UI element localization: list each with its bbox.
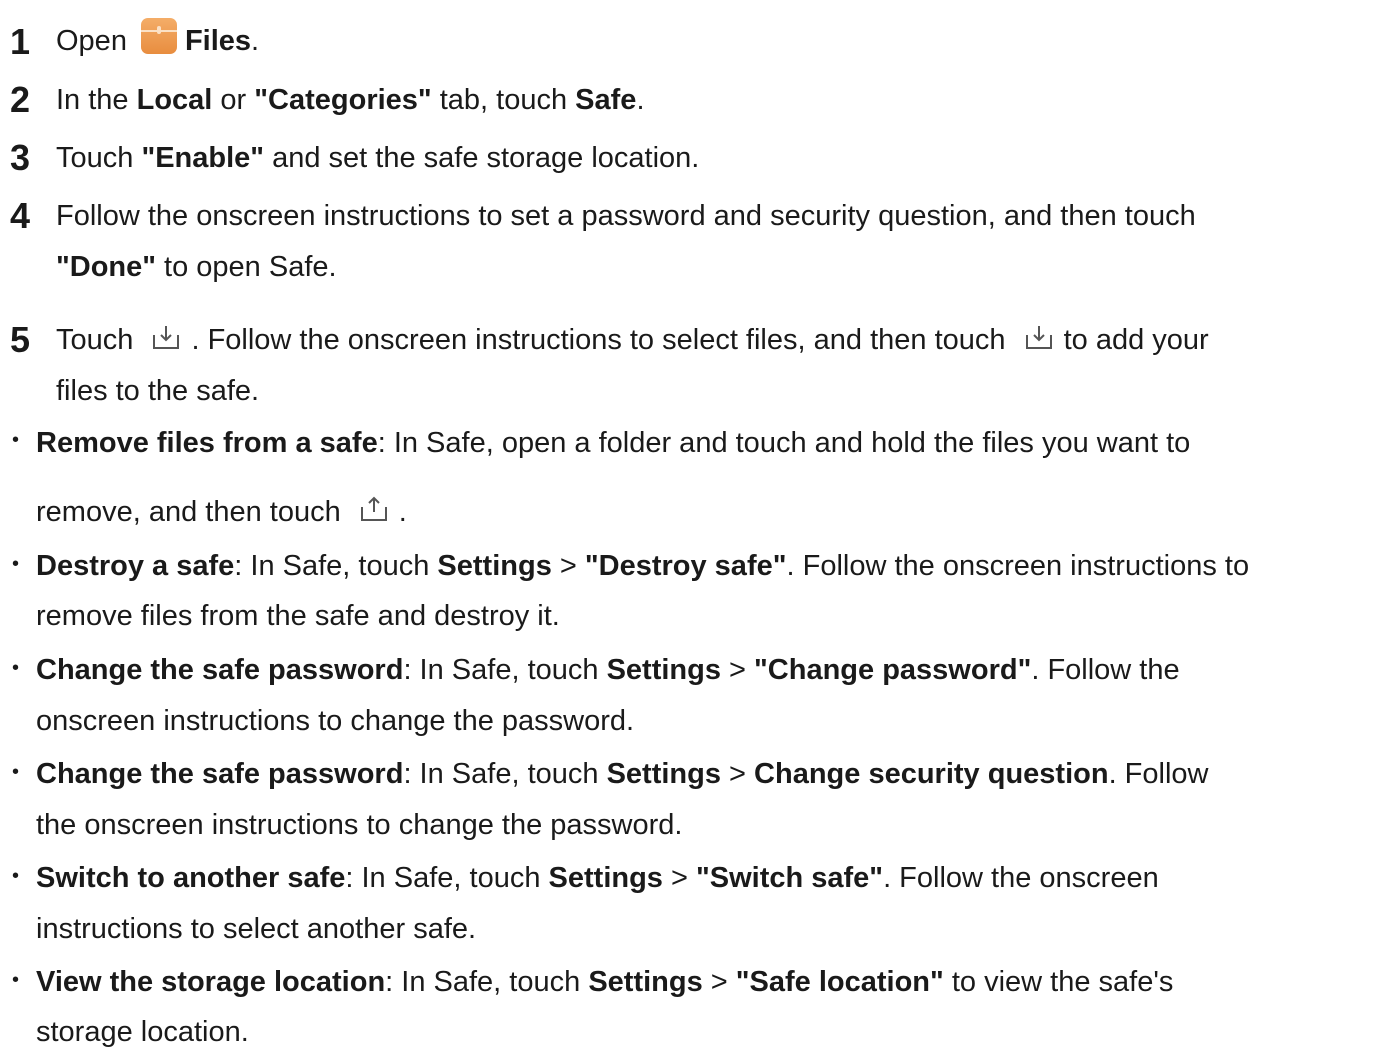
step-number: 4: [10, 195, 31, 236]
tray-download-icon: [1025, 326, 1052, 350]
bullet-change-security-question: Change the safe password: In Safe, touch…: [36, 758, 1209, 790]
step-number: 3: [10, 137, 31, 178]
step-4-text: Follow the onscreen instructions to set …: [56, 200, 1196, 232]
step-5-text: Touch . Follow the onscreen instructions…: [56, 324, 1209, 356]
bullet-destroy-safe-cont: remove files from the safe and destroy i…: [36, 600, 560, 632]
bullet-change-security-question-cont: the onscreen instructions to change the …: [36, 809, 683, 841]
bullet: •: [12, 657, 20, 679]
bullet-destroy-safe: Destroy a safe: In Safe, touch Settings …: [36, 550, 1250, 582]
bullet-storage-location-cont: storage location.: [36, 1016, 249, 1048]
bullet-change-password: Change the safe password: In Safe, touch…: [36, 654, 1180, 686]
files-app-icon: [140, 18, 177, 55]
bullet: •: [12, 761, 20, 783]
bullet-switch-safe: Switch to another safe: In Safe, touch S…: [36, 862, 1159, 894]
step-5-text-cont: files to the safe.: [56, 375, 260, 407]
step-number: 5: [10, 319, 31, 360]
step-1-text: Open Files.: [56, 18, 259, 60]
document: 1 Open Files. 2 In the Local or "Categori…: [0, 0, 1380, 1048]
tray-upload-icon: [360, 496, 387, 522]
step-4-text-cont: "Done" to open Safe.: [56, 251, 337, 283]
bullet-storage-location: View the storage location: In Safe, touc…: [36, 966, 1174, 998]
bullet: •: [12, 865, 20, 887]
step-number: 2: [10, 79, 31, 120]
bullet: •: [12, 429, 20, 451]
bullet: •: [12, 553, 20, 575]
tray-download-icon: [153, 326, 180, 350]
bullet-remove-files-cont: remove, and then touch .: [36, 496, 407, 528]
bullet: •: [12, 969, 20, 991]
bullet-remove-files: Remove files from a safe: In Safe, open …: [36, 427, 1191, 459]
step-3-text: Touch "Enable" and set the safe storage …: [56, 142, 700, 174]
step-2-text: In the Local or "Categories" tab, touch …: [56, 84, 645, 116]
step-number: 1: [10, 21, 31, 62]
bullet-switch-safe-cont: instructions to select another safe.: [36, 913, 477, 945]
bullet-change-password-cont: onscreen instructions to change the pass…: [36, 705, 635, 737]
